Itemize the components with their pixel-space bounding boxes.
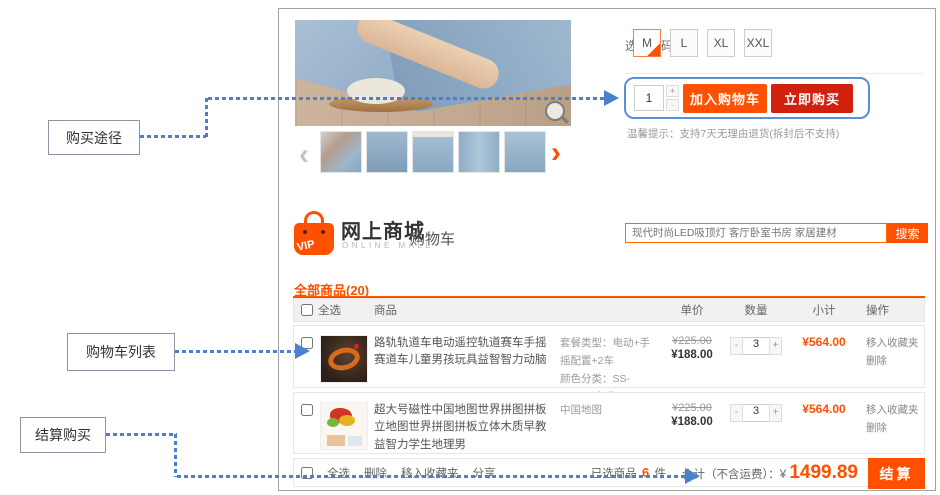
- divider: [625, 73, 923, 74]
- warm-tip-text: 温馨提示：支持7天无理由退货(拆封后不支持): [627, 126, 839, 141]
- column-actions: 操作: [860, 302, 924, 318]
- carousel-prev-icon[interactable]: ‹: [299, 135, 309, 175]
- map-shape: [327, 418, 339, 427]
- column-quantity: 数量: [724, 302, 788, 318]
- bag-eye: [303, 230, 307, 234]
- row-subtotal: ¥564.00: [788, 402, 860, 416]
- total-value: 1499.89: [789, 462, 858, 483]
- vip-bag-logo-icon[interactable]: VIP: [294, 211, 334, 255]
- cart-list-arrow-icon: [295, 343, 310, 359]
- move-to-favorites-link[interactable]: 移入收藏夹: [866, 402, 924, 420]
- size-option-label: XL: [714, 36, 729, 50]
- footer-delete-link[interactable]: 删除: [364, 465, 387, 481]
- search-button[interactable]: 搜索: [887, 223, 928, 243]
- select-all-checkbox[interactable]: [301, 304, 313, 316]
- annotation-cart-list: 购物车列表: [67, 333, 175, 371]
- column-unit-price: 单价: [660, 302, 724, 318]
- main-panel: ‹ › 选择尺码： M ✓ L XL XXL: [278, 8, 936, 491]
- checkout-connector: [177, 475, 687, 478]
- checkout-connector: [174, 434, 177, 477]
- delete-link[interactable]: 删除: [866, 420, 924, 438]
- increase-button[interactable]: +: [769, 337, 782, 355]
- product-thumbnail-3[interactable]: [412, 131, 454, 173]
- track-dot-shape: [354, 344, 359, 349]
- map-shape: [327, 435, 345, 446]
- current-price: ¥188.00: [660, 416, 724, 428]
- row-subtotal: ¥564.00: [788, 335, 860, 349]
- page-title: 购物车: [410, 228, 455, 249]
- checkout-button[interactable]: 结算: [868, 458, 925, 489]
- size-option-label: XXL: [747, 36, 770, 50]
- bag-body: VIP: [294, 223, 334, 255]
- item-image-race-track[interactable]: [320, 335, 368, 383]
- map-shape: [348, 436, 362, 446]
- annotation-purchase-path: 购买途径: [48, 120, 140, 155]
- cart-list-connector: [175, 350, 296, 353]
- row-quantity-stepper: - 3 +: [730, 337, 782, 355]
- decrease-button[interactable]: -: [730, 337, 743, 355]
- map-shape: [339, 415, 355, 426]
- zoom-icon-handle: [560, 115, 568, 123]
- bag-eye: [321, 230, 325, 234]
- item-spec-1: 套餐类型：电动+手摇配置+2车: [560, 335, 660, 371]
- checkout-arrow-icon: [685, 468, 700, 484]
- select-all-label: 全选: [318, 302, 341, 318]
- item-title[interactable]: 超大号磁性中国地图世界拼图拼板立地图世界拼图拼板立体木质早教益智力学生地理男: [374, 402, 560, 454]
- size-option-xl[interactable]: XL: [707, 29, 735, 57]
- size-option-xxl[interactable]: XXL: [744, 29, 772, 57]
- decrease-button[interactable]: -: [730, 404, 743, 422]
- page: ‹ › 选择尺码： M ✓ L XL XXL: [0, 0, 940, 495]
- product-thumbnail-2[interactable]: [366, 131, 408, 173]
- carousel-next-icon[interactable]: ›: [551, 133, 561, 173]
- item-title[interactable]: 路轨轨道车电动遥控轨道赛车手摇赛道车儿童男孩玩具益智智力动脑: [374, 335, 560, 370]
- product-thumbnail-5[interactable]: [504, 131, 546, 173]
- thumbnail-strip: [320, 131, 546, 173]
- item-image-china-map[interactable]: [320, 402, 368, 450]
- purchase-path-connector: [208, 97, 606, 100]
- annotation-checkout: 结算购买: [20, 417, 106, 453]
- size-option-m[interactable]: M ✓: [633, 29, 661, 57]
- row-checkbox[interactable]: [301, 404, 313, 416]
- current-price: ¥188.00: [660, 349, 724, 361]
- cart-row-2: 超大号磁性中国地图世界拼图拼板立地图世界拼图拼板立体木质早教益智力学生地理男 中…: [293, 392, 925, 454]
- vip-label: VIP: [296, 238, 316, 253]
- check-icon: ✓: [653, 32, 660, 58]
- move-to-favorites-link[interactable]: 移入收藏夹: [866, 335, 924, 353]
- footer-move-favorites-link[interactable]: 移入收藏夹: [401, 465, 459, 481]
- sandal-strap-shape: [347, 78, 405, 104]
- size-option-label: L: [681, 36, 688, 50]
- column-product: 商品: [374, 302, 560, 318]
- purchase-path-connector: [140, 135, 206, 138]
- selected-items-text: 已选商品 6 件: [591, 465, 666, 481]
- zoom-icon[interactable]: [545, 101, 565, 121]
- original-price: ¥225.00: [660, 402, 724, 414]
- size-options: M ✓ L XL XXL: [633, 29, 772, 57]
- footer-share-link[interactable]: 分享: [473, 465, 496, 481]
- product-main-image[interactable]: [295, 20, 571, 126]
- purchase-path-arrow-icon: [604, 90, 619, 106]
- row-quantity-value[interactable]: 3: [743, 404, 769, 422]
- product-thumbnail-4[interactable]: [458, 131, 500, 173]
- delete-link[interactable]: 删除: [866, 353, 924, 371]
- search-input[interactable]: [625, 223, 887, 243]
- row-quantity-stepper: - 3 +: [730, 404, 782, 422]
- footer-select-all-label[interactable]: 全选: [327, 465, 350, 481]
- row-quantity-value[interactable]: 3: [743, 337, 769, 355]
- size-option-l[interactable]: L: [670, 29, 698, 57]
- item-spec-1: 中国地图: [560, 402, 660, 420]
- original-price: ¥225.00: [660, 335, 724, 347]
- cart-row-1: 路轨轨道车电动遥控轨道赛车手摇赛道车儿童男孩玩具益智智力动脑 套餐类型：电动+手…: [293, 325, 925, 388]
- purchase-path-connector: [205, 98, 208, 139]
- product-thumbnail-1[interactable]: [320, 131, 362, 173]
- checkout-connector: [106, 433, 177, 436]
- cart-footer-bar: 全选 删除 移入收藏夹 分享 已选商品 6 件 合计（不含运费）：¥ 1499.…: [293, 458, 925, 487]
- cart-table-header: 全选 商品 单价 数量 小计 操作: [293, 298, 925, 322]
- highlight-box: [624, 77, 870, 119]
- total-text: 合计（不含运费）：¥ 1499.89: [682, 462, 858, 484]
- increase-button[interactable]: +: [769, 404, 782, 422]
- column-subtotal: 小计: [788, 302, 860, 318]
